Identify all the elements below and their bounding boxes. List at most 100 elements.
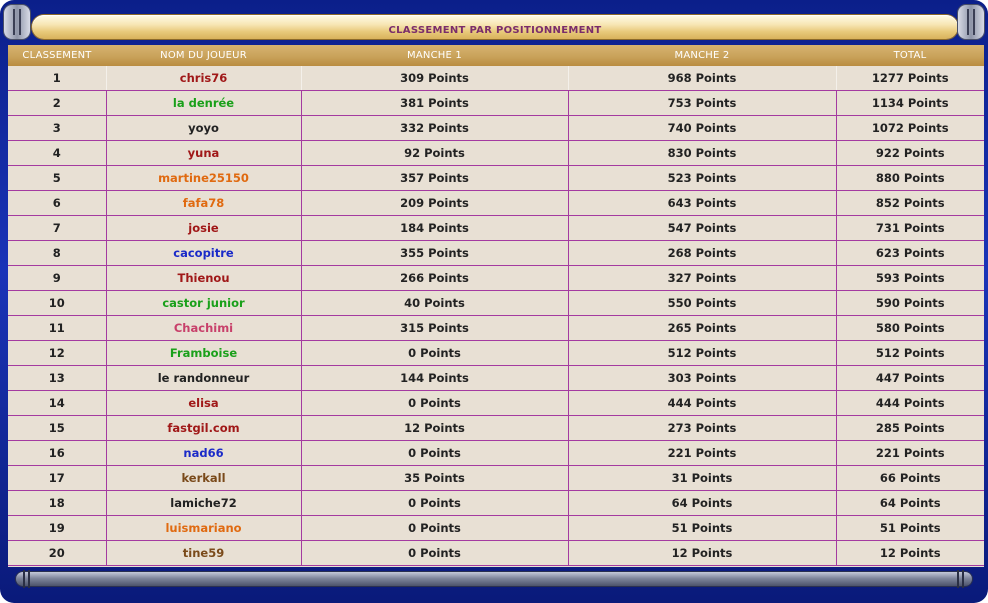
round-1-cell: 0 Points	[300, 540, 568, 566]
table-row: 6 fafa78 209 Points 643 Points 852 Points	[8, 190, 984, 216]
player-name-link[interactable]: castor junior	[105, 290, 301, 316]
rank-cell: 5	[8, 165, 106, 191]
total-cell: 580 Points	[835, 315, 984, 341]
player-name-link[interactable]: nad66	[105, 440, 301, 466]
rank-cell: 17	[8, 465, 106, 491]
rank-cell: 9	[8, 265, 106, 291]
frame-cap-right	[958, 5, 984, 39]
ranking-panel: CLASSEMENT NOM DU JOUEUR MANCHE 1 MANCHE…	[8, 45, 984, 567]
rank-cell: 14	[8, 390, 106, 416]
table-row: 12 Framboise 0 Points 512 Points 512 Points	[8, 340, 984, 366]
header-round-1: MANCHE 1	[301, 45, 568, 66]
table-row: 11 Chachimi 315 Points 265 Points 580 Points	[8, 315, 984, 341]
table-row: 8 cacopitre 355 Points 268 Points 623 Points	[8, 240, 984, 266]
round-2-cell: 968 Points	[567, 66, 836, 91]
round-1-cell: 40 Points	[300, 290, 568, 316]
table-row: 16 nad66 0 Points 221 Points 221 Points	[8, 440, 984, 466]
rank-cell: 2	[8, 90, 106, 116]
bottom-cap-right	[954, 570, 968, 588]
round-1-cell: 0 Points	[300, 515, 568, 541]
table-row: 17 kerkall 35 Points 31 Points 66 Points	[8, 465, 984, 491]
round-2-cell: 523 Points	[567, 165, 836, 191]
round-2-cell: 51 Points	[567, 515, 836, 541]
round-2-cell: 12 Points	[567, 540, 836, 566]
round-2-cell: 512 Points	[567, 340, 836, 366]
total-cell: 590 Points	[835, 290, 984, 316]
table-row: 1 chris76 309 Points 968 Points 1277 Points	[8, 66, 984, 91]
total-cell: 66 Points	[835, 465, 984, 491]
player-name-link[interactable]: lamiche72	[105, 490, 301, 516]
total-cell: 623 Points	[835, 240, 984, 266]
player-name-link[interactable]: fafa78	[105, 190, 301, 216]
table-row: 9 Thienou 266 Points 327 Points 593 Points	[8, 265, 984, 291]
rank-cell: 16	[8, 440, 106, 466]
player-name-link[interactable]: yoyo	[105, 115, 301, 141]
round-1-cell: 0 Points	[300, 390, 568, 416]
round-1-cell: 35 Points	[300, 465, 568, 491]
player-name-link[interactable]: Chachimi	[105, 315, 301, 341]
round-2-cell: 273 Points	[567, 415, 836, 441]
header-total: TOTAL	[836, 45, 984, 66]
rank-cell: 20	[8, 540, 106, 566]
round-1-cell: 355 Points	[300, 240, 568, 266]
round-1-cell: 309 Points	[300, 66, 568, 91]
table-row: 7 josie 184 Points 547 Points 731 Points	[8, 215, 984, 241]
player-name-link[interactable]: Thienou	[105, 265, 301, 291]
round-1-cell: 0 Points	[300, 340, 568, 366]
player-name-link[interactable]: le randonneur	[105, 365, 301, 391]
player-name-link[interactable]: Framboise	[105, 340, 301, 366]
total-cell: 12 Points	[835, 540, 984, 566]
player-name-link[interactable]: yuna	[105, 140, 301, 166]
round-2-cell: 547 Points	[567, 215, 836, 241]
player-name-link[interactable]: martine25150	[105, 165, 301, 191]
rank-cell: 6	[8, 190, 106, 216]
total-cell: 447 Points	[835, 365, 984, 391]
round-2-cell: 265 Points	[567, 315, 836, 341]
rank-cell: 7	[8, 215, 106, 241]
round-1-cell: 381 Points	[300, 90, 568, 116]
player-name-link[interactable]: josie	[105, 215, 301, 241]
bottom-cap-left	[20, 570, 34, 588]
table-row: 13 le randonneur 144 Points 303 Points 447 P…	[8, 365, 984, 391]
round-1-cell: 184 Points	[300, 215, 568, 241]
rank-cell: 3	[8, 115, 106, 141]
total-cell: 922 Points	[835, 140, 984, 166]
round-2-cell: 830 Points	[567, 140, 836, 166]
round-2-cell: 31 Points	[567, 465, 836, 491]
table-row: 5 martine25150 357 Points 523 Points 880 Poi…	[8, 165, 984, 191]
rank-cell: 12	[8, 340, 106, 366]
total-cell: 512 Points	[835, 340, 984, 366]
round-1-cell: 0 Points	[300, 440, 568, 466]
total-cell: 51 Points	[835, 515, 984, 541]
rank-cell: 4	[8, 140, 106, 166]
player-name-link[interactable]: luismariano	[105, 515, 301, 541]
round-2-cell: 753 Points	[567, 90, 836, 116]
player-name-link[interactable]: kerkall	[105, 465, 301, 491]
header-player-name: NOM DU JOUEUR	[106, 45, 301, 66]
round-1-cell: 315 Points	[300, 315, 568, 341]
total-cell: 1134 Points	[835, 90, 984, 116]
round-2-cell: 64 Points	[567, 490, 836, 516]
round-2-cell: 444 Points	[567, 390, 836, 416]
rank-cell: 1	[8, 66, 106, 91]
total-cell: 880 Points	[835, 165, 984, 191]
player-name-link[interactable]: cacopitre	[105, 240, 301, 266]
player-name-link[interactable]: elisa	[105, 390, 301, 416]
table-row: 2 la denrée 381 Points 753 Points 1134 Point…	[8, 90, 984, 116]
player-name-link[interactable]: la denrée	[105, 90, 301, 116]
round-1-cell: 332 Points	[300, 115, 568, 141]
table-row: 4 yuna 92 Points 830 Points 922 Points	[8, 140, 984, 166]
page-title: CLASSEMENT PAR POSITIONNEMENT	[388, 25, 602, 36]
player-name-link[interactable]: tine59	[105, 540, 301, 566]
round-2-cell: 740 Points	[567, 115, 836, 141]
round-2-cell: 303 Points	[567, 365, 836, 391]
round-1-cell: 357 Points	[300, 165, 568, 191]
table-row: 19 luismariano 0 Points 51 Points 51 Points	[8, 515, 984, 541]
round-1-cell: 266 Points	[300, 265, 568, 291]
round-1-cell: 92 Points	[300, 140, 568, 166]
total-cell: 1072 Points	[835, 115, 984, 141]
player-name-link[interactable]: chris76	[105, 66, 301, 91]
frame-cap-left	[4, 5, 30, 39]
rank-cell: 11	[8, 315, 106, 341]
player-name-link[interactable]: fastgil.com	[105, 415, 301, 441]
